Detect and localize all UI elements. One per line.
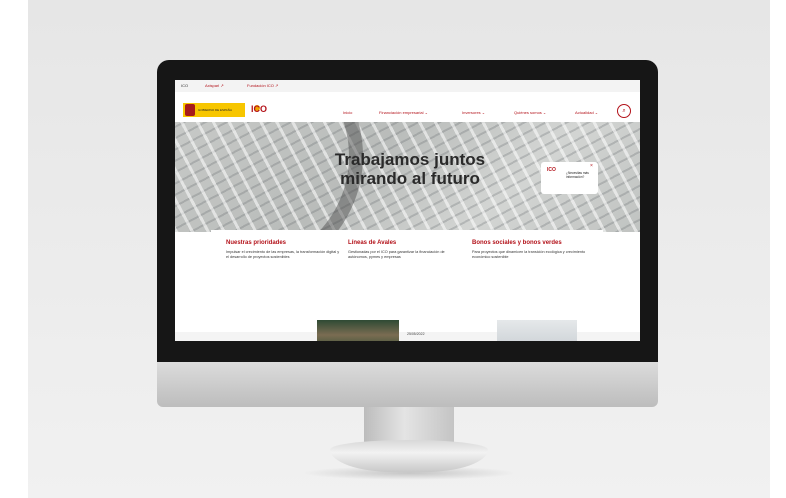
card-title: Bonos sociales y bonos verdes bbox=[472, 240, 562, 246]
search-icon: ⌕ bbox=[622, 108, 626, 114]
nav-item-inicio[interactable]: Inicio bbox=[343, 110, 352, 115]
news-thumbnail-secondary[interactable] bbox=[497, 320, 577, 341]
ico-logo-text: ICO bbox=[251, 104, 268, 114]
priorities-cards: Nuestras prioridades Impulsar el crecimi… bbox=[211, 230, 603, 292]
card-title: Nuestras prioridades bbox=[226, 240, 287, 246]
help-chat-bubble[interactable]: ICO ¿Necesitas más información? × bbox=[541, 162, 598, 194]
utility-topbar: ICO Axisparl ↗ Fundación ICO ↗ bbox=[175, 80, 640, 92]
main-navbar: GOBIERNO DE ESPAÑA ICO Inicio Financiaci… bbox=[175, 92, 640, 122]
help-bubble-question: ¿Necesitas más información? bbox=[566, 171, 589, 179]
card-text: Para proyectos que dinamicen la transici… bbox=[472, 250, 586, 259]
news-thumbnail[interactable] bbox=[317, 320, 399, 341]
topbar-link-fundacion[interactable]: Fundación ICO ↗ bbox=[247, 83, 278, 88]
government-logo-text: GOBIERNO DE ESPAÑA bbox=[198, 108, 232, 112]
nav-item-inversores[interactable]: Inversores ⌄ bbox=[462, 110, 485, 115]
topbar-link-ico[interactable]: ICO bbox=[181, 83, 188, 88]
monitor-stand-neck bbox=[364, 407, 454, 443]
nav-item-quienes-somos[interactable]: Quiénes somos ⌄ bbox=[514, 110, 546, 115]
news-section: 25/05/2022 bbox=[175, 292, 640, 341]
card-avales[interactable]: Líneas de Avales Gestionadas por el ICO … bbox=[348, 240, 463, 260]
hero-banner: Trabajamos juntos mirando al futuro ICO … bbox=[175, 122, 640, 232]
card-text: Gestionadas por el ICO para garantizar l… bbox=[348, 250, 445, 259]
news-date: 25/05/2022 bbox=[407, 332, 425, 336]
ico-logo[interactable]: ICO bbox=[251, 101, 273, 119]
coat-of-arms-icon bbox=[185, 104, 195, 116]
card-title: Líneas de Avales bbox=[348, 240, 397, 246]
website-screen: ICO Axisparl ↗ Fundación ICO ↗ GOBIERNO … bbox=[175, 80, 640, 341]
hero-title: Trabajamos juntos mirando al futuro bbox=[334, 150, 486, 188]
card-bonos[interactable]: Bonos sociales y bonos verdes Para proye… bbox=[472, 240, 587, 260]
card-prioridades[interactable]: Nuestras prioridades Impulsar el crecimi… bbox=[226, 240, 341, 260]
nav-item-financiacion[interactable]: Financiación empresarial ⌄ bbox=[379, 110, 428, 115]
card-text: Impulsar el crecimiento de las empresas,… bbox=[226, 250, 340, 259]
search-button[interactable]: ⌕ bbox=[617, 104, 631, 118]
topbar-link-axisparl[interactable]: Axisparl ↗ bbox=[205, 83, 224, 88]
monitor-chin bbox=[157, 362, 658, 407]
help-bubble-logo: ICO bbox=[547, 167, 556, 173]
nav-item-actualidad[interactable]: Actualidad ⌄ bbox=[575, 110, 598, 115]
government-logo[interactable]: GOBIERNO DE ESPAÑA bbox=[183, 103, 245, 117]
close-icon[interactable]: × bbox=[590, 163, 593, 169]
